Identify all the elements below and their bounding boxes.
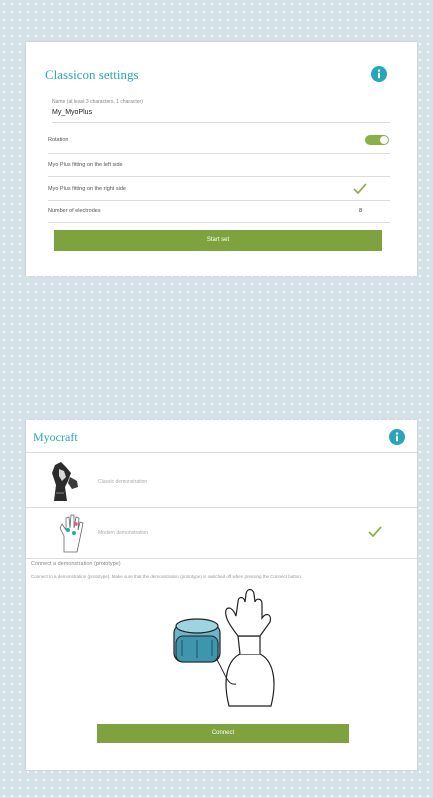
checkmark-icon <box>353 183 367 194</box>
classicon-settings-card: Classicon settings Name (at least 3 char… <box>26 42 417 276</box>
info-icon[interactable] <box>371 66 387 82</box>
myocraft-title: Myocraft <box>33 430 78 444</box>
modern-demonstration-label: Modern demonstration <box>98 530 149 536</box>
classic-demonstration-option[interactable]: Classic demonstration <box>26 453 417 507</box>
classicon-settings-title: Classicon settings <box>45 67 139 82</box>
myocraft-card: Myocraft Classic demonstration Modern de… <box>26 420 417 770</box>
info-icon[interactable] <box>389 429 405 445</box>
checkmark-icon <box>368 526 382 537</box>
rotation-toggle[interactable] <box>365 135 389 145</box>
name-field[interactable]: My_MyoPlus <box>52 109 92 116</box>
connect-title: Connect a demonstration (prototype) <box>31 561 121 567</box>
rotation-label: Rotation <box>48 137 69 143</box>
name-field-underline <box>52 122 390 123</box>
name-field-label: Name (at least 3 characters, 1 character… <box>52 99 143 105</box>
modern-demonstration-option[interactable]: Modern demonstration <box>26 508 417 558</box>
connect-description: Connect to a demonstration (prototype). … <box>31 574 303 579</box>
connect-button-label: Connect <box>211 730 235 736</box>
toggle-knob <box>380 136 388 144</box>
classic-demonstration-label: Classic demonstration <box>98 479 148 485</box>
electrodes-value[interactable]: 8 <box>359 208 362 214</box>
hand-electrodes-icon <box>59 514 84 553</box>
connect-button[interactable]: Connect <box>97 724 349 743</box>
start-set-button[interactable]: Start set <box>54 230 382 251</box>
start-set-button-label: Start set <box>206 237 230 243</box>
myoplus-device-illustration <box>173 588 275 707</box>
divider <box>26 558 417 559</box>
right-side-option[interactable]: Myo Plus fitting on the right side <box>48 186 126 192</box>
divider <box>48 153 390 154</box>
prosthetic-hand-icon <box>52 462 78 501</box>
divider <box>48 222 390 223</box>
electrodes-label: Number of electrodes <box>48 208 101 214</box>
divider <box>48 176 390 177</box>
divider <box>48 200 390 201</box>
left-side-option[interactable]: Myo Plus fitting on the left side <box>48 162 123 168</box>
